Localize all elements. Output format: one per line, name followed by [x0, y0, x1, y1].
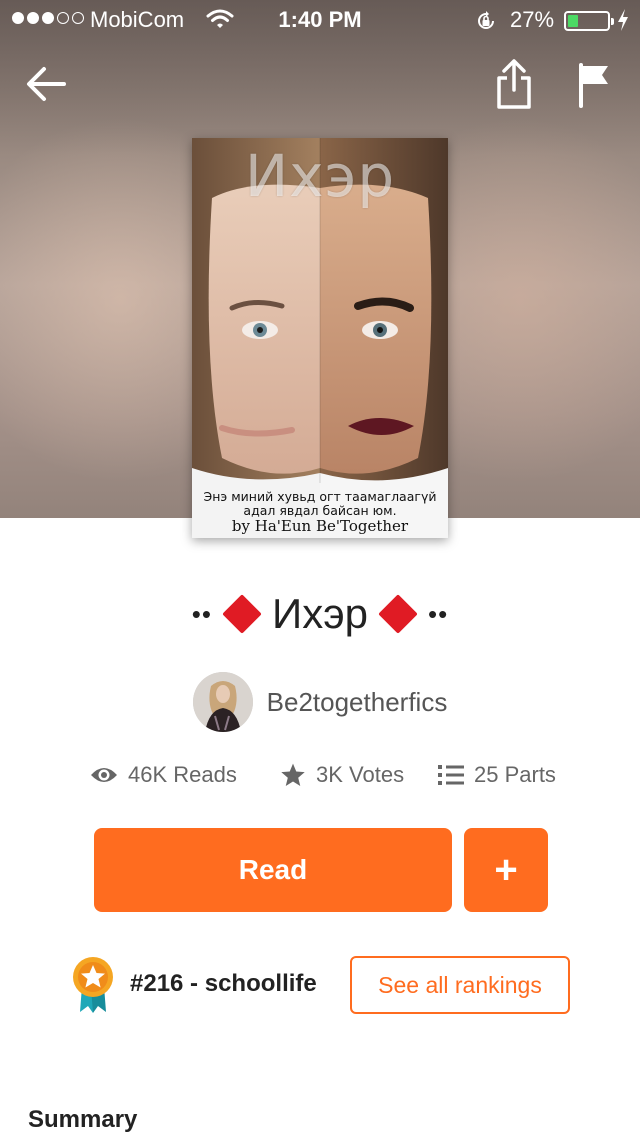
avatar[interactable]	[192, 672, 253, 732]
book-cover[interactable]: Ихэр Энэ миний хувьд огт таамаглаагүй ад…	[192, 138, 448, 538]
list-icon	[438, 765, 464, 785]
battery-percent: 27%	[510, 7, 555, 32]
title-suffix: ••	[427, 598, 449, 629]
status-bar: MobiCom 1:40 PM 27%	[0, 0, 640, 40]
author-name[interactable]: Be2togetherfics	[267, 687, 448, 718]
story-stats: 46K Reads 3K Votes 25 Parts	[0, 762, 640, 798]
diamond-icon	[378, 594, 418, 634]
cover-author: by Ha'Eun Be'Together	[231, 517, 409, 535]
report-button[interactable]	[576, 62, 612, 108]
votes-count: 3K Votes	[316, 762, 405, 787]
reads-stat: 46K Reads	[90, 762, 237, 788]
votes-stat: 3K Votes	[280, 762, 404, 788]
author-link[interactable]: Be2togetherfics	[0, 672, 640, 732]
eye-icon	[91, 768, 117, 782]
summary-heading: Summary	[28, 1106, 138, 1133]
share-icon	[497, 59, 531, 109]
flag-icon	[579, 63, 608, 108]
carrier-name: MobiCom	[90, 7, 185, 32]
back-button[interactable]	[22, 60, 70, 108]
rotation-lock-icon	[474, 9, 498, 39]
parts-stat: 25 Parts	[438, 762, 556, 788]
story-title: •• Ихэр ••	[0, 590, 640, 638]
ranking-badge-icon	[68, 956, 118, 1014]
story-title-text: Ихэр	[272, 590, 368, 637]
parts-count: 25 Parts	[474, 762, 556, 787]
see-all-rankings-button[interactable]: See all rankings	[350, 956, 570, 1014]
wifi-icon	[206, 8, 234, 36]
ranking-text: #216 - schoollife	[130, 970, 317, 997]
cover-title: Ихэр	[244, 142, 396, 210]
arrow-left-icon	[27, 67, 66, 101]
signal-strength-icon	[12, 12, 84, 24]
diamond-icon	[222, 594, 262, 634]
add-to-library-button[interactable]: +	[464, 828, 548, 912]
reads-count: 46K Reads	[128, 762, 237, 787]
read-button[interactable]: Read	[94, 828, 452, 912]
star-icon	[281, 763, 305, 787]
battery-icon	[564, 11, 614, 31]
title-prefix: ••	[191, 598, 212, 629]
charging-bolt-icon	[616, 8, 630, 38]
share-button[interactable]	[494, 58, 534, 110]
cover-caption: Энэ миний хувьд огт таамаглаагүй адал яв…	[203, 489, 437, 518]
